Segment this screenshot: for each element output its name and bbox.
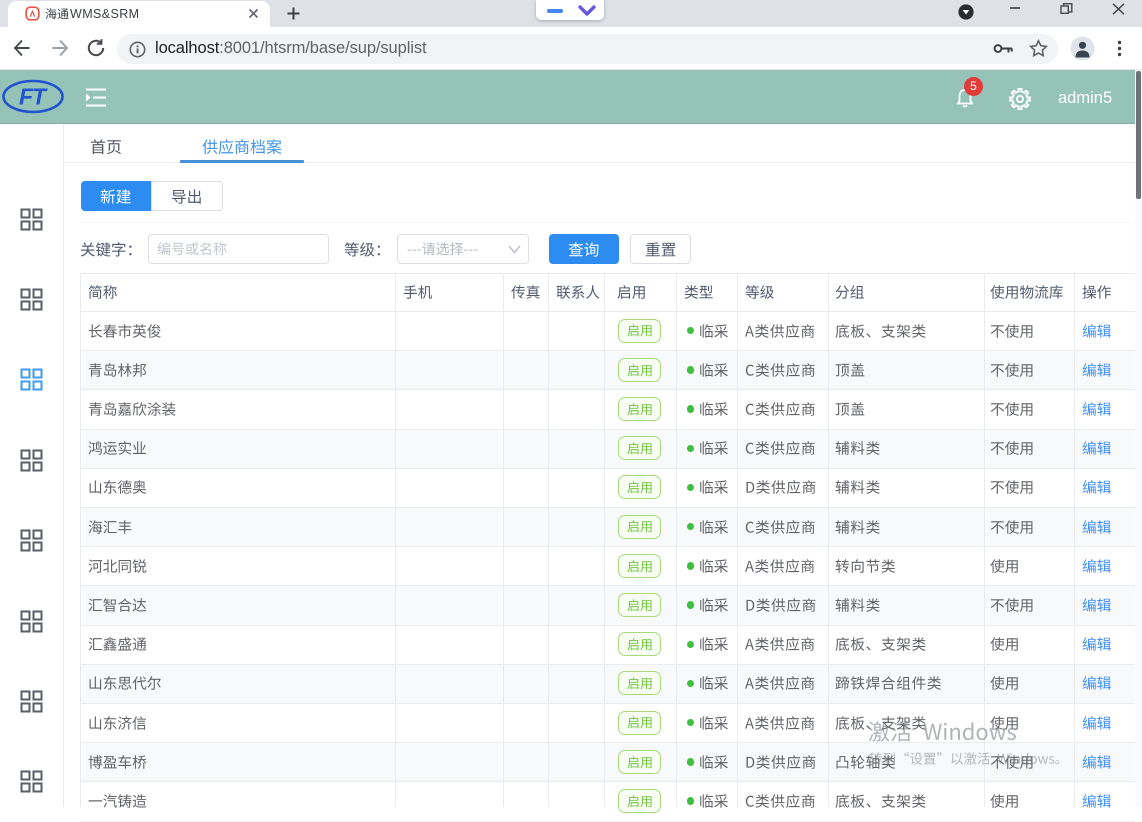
svg-text:FT: FT — [19, 84, 48, 110]
